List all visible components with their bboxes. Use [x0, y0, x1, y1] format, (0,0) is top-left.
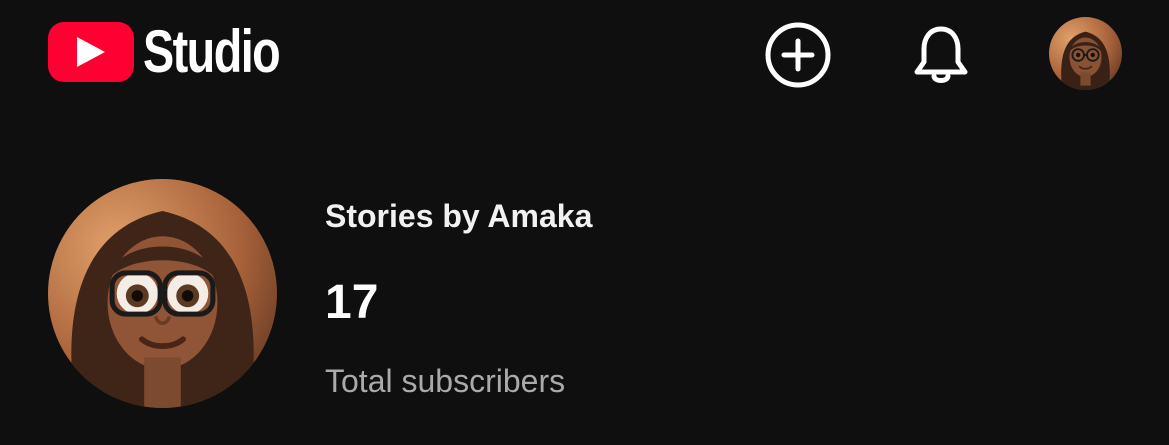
avatar: [48, 179, 277, 408]
create-button[interactable]: [763, 20, 833, 90]
subscriber-label: Total subscribers: [325, 363, 566, 399]
subscriber-count: 17: [325, 276, 379, 329]
logo-text: Studio: [143, 18, 281, 85]
bell-icon: [914, 26, 968, 83]
youtube-play-icon: [48, 22, 134, 82]
account-avatar-button[interactable]: [1049, 17, 1122, 90]
create-plus-icon: [765, 22, 831, 88]
avatar: [1049, 17, 1122, 90]
notifications-button[interactable]: [906, 20, 976, 90]
channel-avatar: [48, 179, 277, 408]
channel-name: Stories by Amaka: [325, 198, 593, 234]
youtube-studio-logo[interactable]: Studio: [48, 22, 318, 82]
